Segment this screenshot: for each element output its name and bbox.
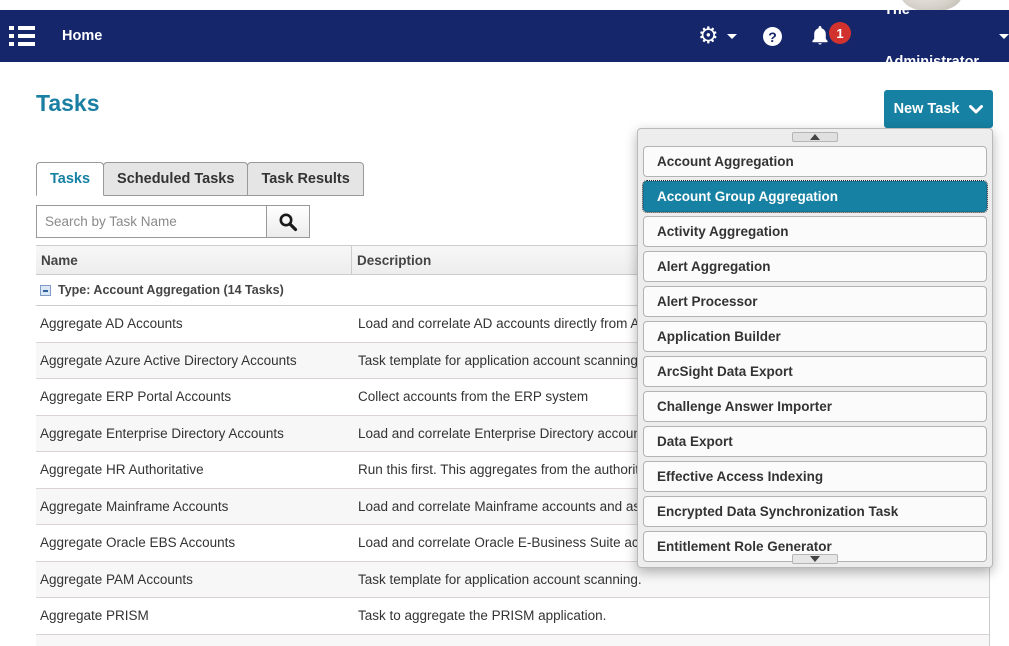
chevron-down-icon — [969, 105, 983, 114]
menu-item-challenge-answer-importer[interactable]: Challenge Answer Importer — [643, 391, 987, 422]
scroll-down-button[interactable] — [792, 554, 838, 564]
nav-home-link[interactable]: Home — [62, 10, 102, 62]
menu-list-icon[interactable] — [9, 26, 35, 47]
menu-item-account-group-aggregation[interactable]: Account Group Aggregation — [643, 181, 987, 212]
chevron-down-icon — [727, 34, 737, 39]
top-navbar: Home ⚙ ? 1 The Administrator — [0, 10, 1009, 62]
collapse-icon[interactable] — [40, 285, 51, 296]
table-row[interactable]: Aggregate PRISMTask to aggregate the PRI… — [36, 598, 989, 635]
user-menu[interactable]: The Administrator — [884, 10, 1009, 62]
menu-item-data-export[interactable]: Data Export — [643, 426, 987, 457]
task-name[interactable]: Aggregate Oracle EBS Accounts — [36, 525, 352, 561]
group-label: Type: Account Aggregation (14 Tasks) — [58, 283, 284, 297]
task-name[interactable]: Aggregate PRISM — [36, 598, 352, 634]
triangle-down-icon — [810, 556, 820, 562]
notification-count-badge: 1 — [829, 22, 851, 44]
menu-item-alert-processor[interactable]: Alert Processor — [643, 286, 987, 317]
scroll-up-button[interactable] — [792, 132, 838, 142]
menu-item-activity-aggregation[interactable]: Activity Aggregation — [643, 216, 987, 247]
tab-bar: Tasks Scheduled Tasks Task Results — [36, 162, 363, 196]
menu-item-account-aggregation[interactable]: Account Aggregation — [643, 146, 987, 177]
task-name[interactable]: Aggregate Mainframe Accounts — [36, 489, 352, 525]
menu-item-encrypted-data-synchronization-task[interactable]: Encrypted Data Synchronization Task — [643, 496, 987, 527]
help-icon[interactable]: ? — [763, 27, 782, 46]
tab-scheduled-tasks[interactable]: Scheduled Tasks — [103, 162, 248, 196]
menu-item-alert-aggregation[interactable]: Alert Aggregation — [643, 251, 987, 282]
gear-icon: ⚙ — [698, 24, 719, 48]
search-bar — [36, 205, 310, 238]
task-name[interactable]: Aggregate PAM Accounts — [36, 562, 352, 598]
notifications-bell-icon[interactable] — [808, 24, 832, 48]
task-name[interactable]: Aggregate HR Authoritative — [36, 452, 352, 488]
menu-item-application-builder[interactable]: Application Builder — [643, 321, 987, 352]
new-task-dropdown: Account Aggregation Account Group Aggrega… — [637, 128, 993, 568]
user-name-label: The Administrator — [884, 0, 992, 88]
task-name[interactable]: Aggregate AD Accounts — [36, 306, 352, 342]
settings-menu[interactable]: ⚙ — [698, 24, 737, 48]
task-description: Task to aggregate the PRISM application. — [352, 598, 989, 634]
task-name[interactable]: Aggregate ERP Portal Accounts — [36, 379, 352, 415]
triangle-up-icon — [810, 134, 820, 140]
task-name[interactable]: Aggregate Azure Active Directory Account… — [36, 343, 352, 379]
menu-item-effective-access-indexing[interactable]: Effective Access Indexing — [643, 461, 987, 492]
tab-tasks[interactable]: Tasks — [36, 162, 104, 196]
search-input[interactable] — [36, 205, 267, 238]
tab-task-results[interactable]: Task Results — [247, 162, 363, 196]
menu-item-arcsight-data-export[interactable]: ArcSight Data Export — [643, 356, 987, 387]
new-task-label: New Task — [894, 101, 960, 117]
search-icon — [278, 212, 298, 232]
table-row — [36, 635, 989, 646]
page-title: Tasks — [36, 90, 100, 117]
chevron-down-icon — [999, 34, 1009, 39]
new-task-button[interactable]: New Task — [884, 90, 993, 128]
menu-item-list: Account Aggregation Account Group Aggrega… — [643, 146, 987, 562]
column-header-name[interactable]: Name — [36, 246, 352, 274]
task-name[interactable]: Aggregate Enterprise Directory Accounts — [36, 416, 352, 452]
app-window: Home ⚙ ? 1 The Administrator Tasks New T… — [0, 0, 1009, 646]
search-button[interactable] — [266, 205, 310, 238]
